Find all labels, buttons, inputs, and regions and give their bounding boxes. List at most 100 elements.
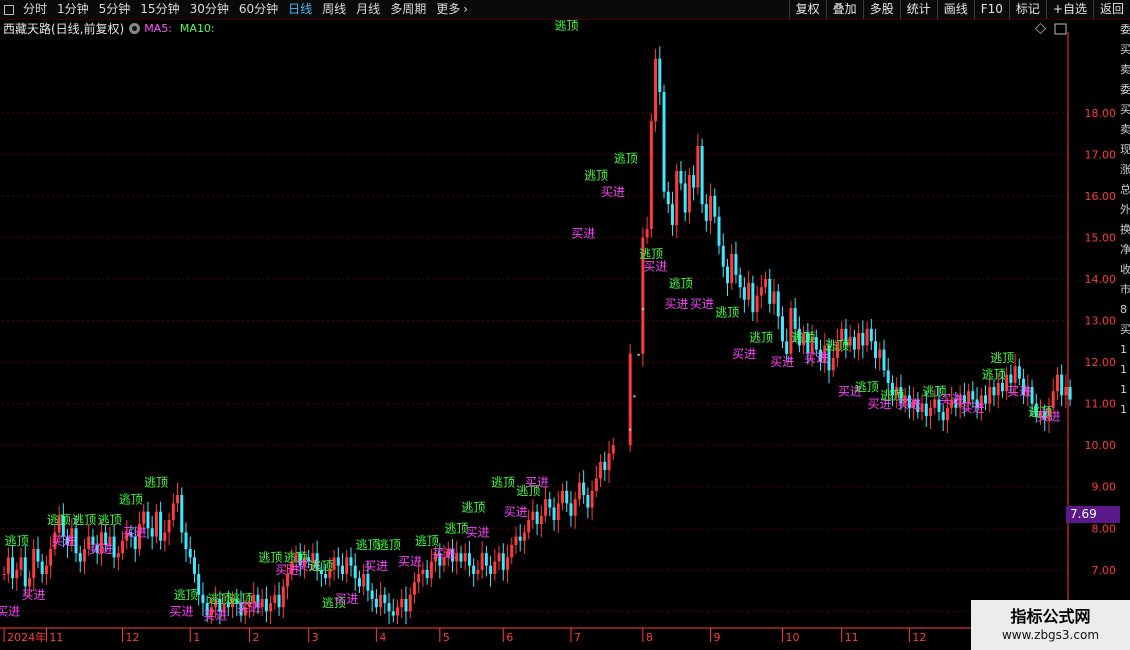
y-tick-label: 8.00 <box>1092 522 1117 535</box>
x-tick-label: 8 <box>646 631 653 644</box>
buy-signal-label: 买进 <box>770 355 794 369</box>
y-tick-label: 9.00 <box>1092 481 1117 494</box>
buy-signal-label: 买进 <box>664 297 688 311</box>
candle-body <box>599 461 603 479</box>
quote-strip-char: 买 <box>1120 103 1130 116</box>
y-tick-label: 11.00 <box>1085 398 1117 411</box>
period-tab-7[interactable]: 周线 <box>317 0 351 19</box>
buy-signal-label: 买进 <box>643 260 667 274</box>
panel-toggle-icon[interactable] <box>4 4 14 15</box>
buy-signal-label: 买进 <box>504 505 528 519</box>
candle-body <box>1013 366 1017 383</box>
candle-body <box>176 495 180 504</box>
candle-body <box>459 553 463 562</box>
candle-body <box>40 561 44 574</box>
toolbar-button-0[interactable]: 复权 <box>788 0 826 19</box>
y-tick-label: 16.00 <box>1085 190 1117 203</box>
buy-signal-label: 买进 <box>170 605 194 619</box>
candle-body <box>184 532 188 550</box>
top-signal-label: 逃顶 <box>982 368 1006 382</box>
buy-signal-label: 买进 <box>89 542 113 556</box>
y-tick-label: 18.00 <box>1085 107 1117 120</box>
top-signal-label: 逃顶 <box>855 380 879 394</box>
top-signal-label: 逃顶 <box>174 588 198 602</box>
top-signal-label: 逃顶 <box>791 330 815 344</box>
top-signal-label: 逃顶 <box>377 538 401 552</box>
candle-body <box>531 511 535 520</box>
quote-strip-char: 卖 <box>1120 123 1130 136</box>
top-signal-label: 逃顶 <box>461 501 485 515</box>
candle-body <box>374 598 378 608</box>
candle-body <box>772 291 776 304</box>
eye-icon[interactable] <box>129 23 141 34</box>
candle-body <box>539 515 543 525</box>
candle-body <box>670 204 674 225</box>
gap-dot <box>641 308 644 311</box>
candle-body <box>27 578 31 587</box>
candle-body <box>400 598 404 608</box>
candle-body <box>463 553 467 562</box>
toolbar-button-5[interactable]: F10 <box>973 0 1009 19</box>
period-tab-3[interactable]: 15分钟 <box>135 0 184 19</box>
candle-body <box>357 578 361 587</box>
candle-body <box>510 544 514 558</box>
top-signal-label: 逃顶 <box>825 339 849 353</box>
candle-body <box>506 557 510 570</box>
candle-body <box>44 565 48 574</box>
toolbar-button-7[interactable]: +自选 <box>1045 0 1093 19</box>
period-tab-1[interactable]: 1分钟 <box>52 0 94 19</box>
buy-signal-label: 买进 <box>237 600 261 614</box>
period-toolbar: 分时 1分钟 5分钟 15分钟 30分钟 60分钟 日线 周线 月线 多周期 更多 › 复权 叠加 多股统… <box>0 0 1130 20</box>
period-tab-5[interactable]: 60分钟 <box>234 0 283 19</box>
candlestick-chart[interactable]: 6.007.008.009.0010.0011.0012.0013.0014.0… <box>0 0 1130 650</box>
candle-body <box>869 328 873 342</box>
candle-body <box>861 333 865 346</box>
top-signal-label: 逃顶 <box>715 305 739 319</box>
candle-body <box>19 557 23 570</box>
toolbar-button-4[interactable]: 画线 <box>936 0 974 19</box>
toolbar-button-2[interactable]: 多股 <box>862 0 900 19</box>
candle-body <box>480 553 484 570</box>
right-quote-strip: 委买卖委买卖现涨总外换净收市8买1111 <box>1120 20 1130 440</box>
y-tick-label: 15.00 <box>1085 231 1117 244</box>
candle-body <box>15 569 19 579</box>
toolbar-button-6[interactable]: 标记 <box>1008 0 1046 19</box>
candle-body <box>425 569 429 579</box>
candle-body <box>370 590 374 599</box>
period-tab-2[interactable]: 5分钟 <box>94 0 136 19</box>
candle-body <box>611 445 615 454</box>
toolbar-button-3[interactable]: 统计 <box>899 0 937 19</box>
candle-body <box>23 557 27 587</box>
candle-body <box>971 391 975 400</box>
candle-body <box>852 337 856 350</box>
period-tab-6[interactable]: 日线 <box>283 0 317 19</box>
period-tab-8[interactable]: 月线 <box>351 0 385 19</box>
candle-body <box>865 328 869 346</box>
quote-strip-char: 总 <box>1120 183 1130 196</box>
period-tab-4[interactable]: 30分钟 <box>185 0 234 19</box>
toolbar-button-1[interactable]: 叠加 <box>825 0 863 19</box>
buy-signal-label: 买进 <box>804 351 828 365</box>
candle-body <box>738 274 742 288</box>
buy-signal-label: 买进 <box>690 297 714 311</box>
period-tab-0[interactable]: 分时 <box>18 0 52 19</box>
gap-dot <box>633 395 636 398</box>
period-tab-9[interactable]: 多周期 <box>385 0 431 19</box>
candle-body <box>776 291 780 317</box>
candle-body <box>11 557 15 579</box>
candle-body <box>32 549 36 579</box>
candle-body <box>277 594 281 608</box>
y-tick-label: 17.00 <box>1085 148 1117 161</box>
buy-signal-label: 买进 <box>123 526 147 540</box>
period-tab-10[interactable]: 更多 › <box>431 0 473 19</box>
candle-body <box>933 399 937 408</box>
candle-body <box>730 254 734 284</box>
quote-strip-char: 涨 <box>1120 163 1130 176</box>
buy-signal-label: 买进 <box>51 534 75 548</box>
x-tick-label: 2024年 <box>7 630 46 644</box>
candle-body <box>573 499 577 516</box>
toolbar-button-8[interactable]: 返回 <box>1092 0 1130 19</box>
candle-body <box>662 92 666 192</box>
candle-body <box>78 553 82 562</box>
candle-body <box>683 183 687 213</box>
